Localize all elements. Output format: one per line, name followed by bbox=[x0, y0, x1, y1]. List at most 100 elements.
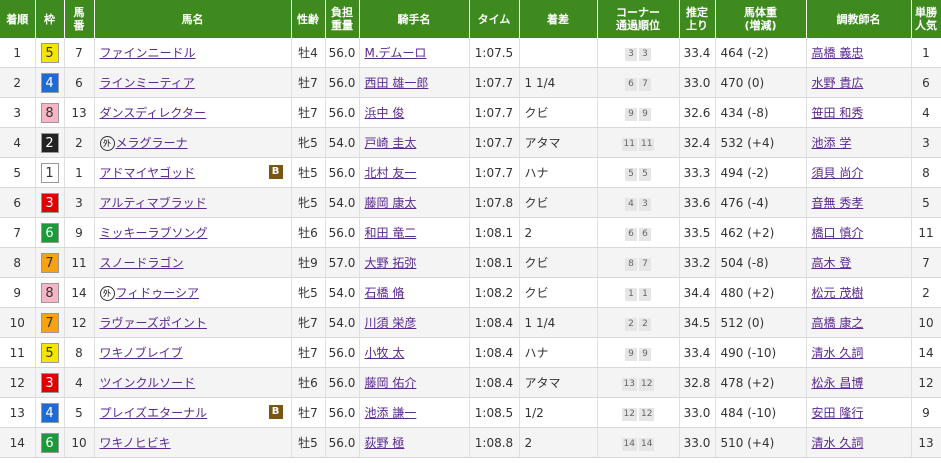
trainer-cell: 高橋 康之 bbox=[806, 307, 912, 338]
horse-name-link[interactable]: プレイズエターナル bbox=[100, 406, 208, 420]
rank-cell: 14 bbox=[0, 427, 36, 458]
body-weight-cell: 480 (+2) bbox=[715, 277, 807, 308]
corner-order-cell: 55 bbox=[597, 157, 680, 188]
header-time: タイム bbox=[469, 0, 520, 38]
jockey-link[interactable]: 小牧 太 bbox=[365, 346, 405, 360]
horse-name-link[interactable]: ワキノブレイブ bbox=[100, 346, 183, 360]
jockey-cell: 池添 謙一 bbox=[359, 397, 470, 428]
results-body: 1 5 7 ファインニードル 牡4 56.0 M.デムーロ 1:07.5 3 3 33.4 464 (… bbox=[0, 38, 941, 458]
popularity-cell: 14 bbox=[911, 337, 941, 368]
waku-badge: 4 bbox=[40, 402, 59, 423]
time-cell: 1:08.4 bbox=[469, 367, 520, 398]
burden-weight-cell: 56.0 bbox=[325, 427, 360, 458]
jockey-link[interactable]: 石橋 脩 bbox=[365, 286, 405, 300]
horse-number-cell: 12 bbox=[64, 307, 95, 338]
last-3f-cell: 33.0 bbox=[679, 67, 716, 98]
trainer-link[interactable]: 清水 久詞 bbox=[812, 346, 864, 360]
time-cell: 1:07.7 bbox=[469, 97, 520, 128]
corner-position-2: 12 bbox=[639, 407, 655, 421]
time-cell: 1:07.7 bbox=[469, 157, 520, 188]
jockey-link[interactable]: 荻野 極 bbox=[365, 436, 405, 450]
horse-name-link[interactable]: ラヴァーズポイント bbox=[100, 316, 207, 330]
jockey-cell: 小牧 太 bbox=[359, 337, 470, 368]
trainer-link[interactable]: 笹田 和秀 bbox=[812, 106, 864, 120]
corner-position-1: 1 bbox=[625, 287, 637, 301]
jockey-link[interactable]: 西田 雄一郎 bbox=[365, 76, 429, 90]
horse-name-link[interactable]: ワキノヒビキ bbox=[100, 436, 171, 450]
trainer-link[interactable]: 須貝 尚介 bbox=[812, 166, 864, 180]
corner-order-cell: 14 14 bbox=[597, 427, 680, 458]
rank-cell: 13 bbox=[0, 397, 36, 428]
sex-age-cell: 牡7 bbox=[291, 67, 326, 98]
jockey-link[interactable]: 戸崎 圭太 bbox=[365, 136, 417, 150]
horse-name-link[interactable]: ラインミーティア bbox=[100, 76, 195, 90]
time-cell: 1:08.2 bbox=[469, 277, 520, 308]
horse-number-cell: 10 bbox=[64, 427, 95, 458]
waku-cell: 1 bbox=[35, 157, 65, 188]
trainer-link[interactable]: 橋口 慎介 bbox=[812, 226, 864, 240]
horse-number-cell: 11 bbox=[64, 247, 95, 278]
trainer-link[interactable]: 安田 隆行 bbox=[812, 406, 864, 420]
horse-name-link[interactable]: ファインニードル bbox=[100, 46, 196, 60]
jockey-link[interactable]: 川須 栄彦 bbox=[365, 316, 417, 330]
jockey-link[interactable]: 北村 友一 bbox=[365, 166, 417, 180]
trainer-link[interactable]: 清水 久詞 bbox=[812, 436, 864, 450]
trainer-link[interactable]: 音無 秀孝 bbox=[812, 196, 864, 210]
body-weight-cell: 476 (-4) bbox=[715, 187, 807, 218]
waku-cell: 8 bbox=[35, 97, 65, 128]
margin-cell: クビ bbox=[519, 187, 598, 218]
table-row: 14 6 10 ワキノヒビキ 牡5 56.0 荻野 極 1:08.8 2 14 14 33.0 510 … bbox=[0, 427, 941, 458]
trainer-link[interactable]: 高橋 義忠 bbox=[812, 46, 864, 60]
horse-name-link[interactable]: メラグラーナ bbox=[116, 136, 188, 150]
sex-age-cell: 牝7 bbox=[291, 307, 326, 338]
corner-order-cell: 12 12 bbox=[597, 397, 680, 428]
horse-name-link[interactable]: アドマイヤゴッド bbox=[100, 166, 196, 180]
horse-name-link[interactable]: ダンスディレクター bbox=[100, 106, 206, 120]
horse-name-link[interactable]: フィドゥーシア bbox=[116, 286, 200, 300]
time-cell: 1:08.4 bbox=[469, 307, 520, 338]
horse-number-cell: 2 bbox=[64, 127, 95, 158]
rank-cell: 1 bbox=[0, 38, 36, 68]
trainer-link[interactable]: 松永 昌博 bbox=[812, 376, 864, 390]
corner-position-2: 7 bbox=[639, 77, 651, 91]
burden-weight-cell: 56.0 bbox=[325, 97, 360, 128]
horse-name-link[interactable]: スノードラゴン bbox=[100, 256, 184, 270]
horse-name-link[interactable]: ミッキーラブソング bbox=[100, 226, 208, 240]
horse-name-link[interactable]: ツインクルソード bbox=[100, 376, 196, 390]
trainer-link[interactable]: 池添 学 bbox=[812, 136, 852, 150]
trainer-link[interactable]: 松元 茂樹 bbox=[812, 286, 864, 300]
burden-weight-cell: 56.0 bbox=[325, 217, 360, 248]
time-cell: 1:08.8 bbox=[469, 427, 520, 458]
rank-cell: 7 bbox=[0, 217, 36, 248]
corner-position-1: 6 bbox=[625, 77, 637, 91]
body-weight-cell: 532 (+4) bbox=[715, 127, 807, 158]
burden-weight-cell: 56.0 bbox=[325, 67, 360, 98]
corner-position-2: 1 bbox=[639, 287, 651, 301]
horse-name-cell: ワキノブレイブ bbox=[94, 337, 292, 368]
jockey-link[interactable]: 藤岡 佑介 bbox=[365, 376, 417, 390]
body-weight-cell: 510 (+4) bbox=[715, 427, 807, 458]
horse-number-cell: 6 bbox=[64, 67, 95, 98]
jockey-link[interactable]: 和田 竜二 bbox=[365, 226, 417, 240]
jockey-link[interactable]: 藤岡 康太 bbox=[365, 196, 417, 210]
jockey-link[interactable]: 大野 拓弥 bbox=[365, 256, 417, 270]
foreign-bred-icon: 外 bbox=[99, 136, 115, 151]
corner-order-cell: 66 bbox=[597, 217, 680, 248]
jockey-link[interactable]: 池添 謙一 bbox=[365, 406, 417, 420]
time-cell: 1:07.7 bbox=[469, 127, 520, 158]
trainer-link[interactable]: 高木 登 bbox=[812, 256, 852, 270]
trainer-link[interactable]: 高橋 康之 bbox=[812, 316, 864, 330]
table-row: 5 1 1 アドマイヤゴッド B 牡5 56.0 北村 友一 1:07.7 ハナ 5 5 33.3 494… bbox=[0, 157, 941, 188]
trainer-link[interactable]: 水野 貴広 bbox=[812, 76, 864, 90]
horse-name-link[interactable]: アルティマブラッド bbox=[100, 196, 207, 210]
trainer-cell: 松元 茂樹 bbox=[806, 277, 912, 308]
jockey-link[interactable]: 浜中 俊 bbox=[365, 106, 405, 120]
jockey-cell: 藤岡 佑介 bbox=[359, 367, 470, 398]
corner-position-2: 9 bbox=[639, 347, 651, 361]
time-cell: 1:08.4 bbox=[469, 337, 520, 368]
corner-position-2: 12 bbox=[639, 377, 655, 391]
corner-position-2: 9 bbox=[639, 107, 651, 121]
jockey-link[interactable]: M.デムーロ bbox=[365, 46, 427, 60]
waku-badge: 1 bbox=[40, 162, 59, 183]
corner-position-1: 9 bbox=[625, 107, 637, 121]
